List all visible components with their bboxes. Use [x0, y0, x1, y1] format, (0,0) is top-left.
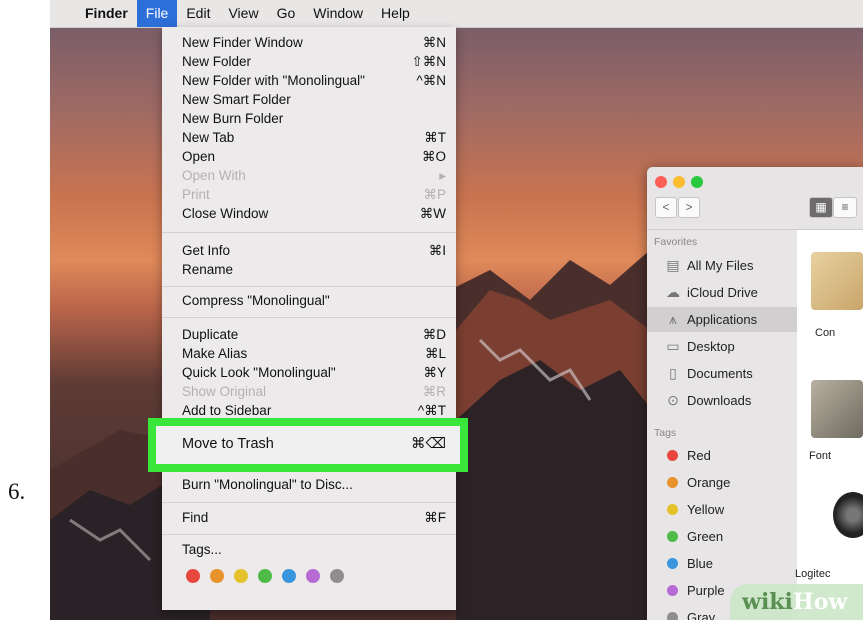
minimize-window-button[interactable] — [673, 176, 685, 188]
menu-separator — [162, 317, 456, 318]
sidebar-item-documents[interactable]: ▯ Documents — [647, 361, 797, 386]
menu-item-close-window[interactable]: Close Window ⌘W — [162, 204, 456, 223]
list-view-icon[interactable]: ≡ — [833, 197, 857, 218]
menu-item-duplicate[interactable]: Duplicate ⌘D — [162, 325, 456, 344]
menu-separator — [162, 286, 456, 287]
sidebar-item-icloud-drive[interactable]: ☁ iCloud Drive — [647, 280, 797, 305]
wikihow-watermark: wikiHow — [730, 584, 863, 620]
app-label-logitec: Logitec — [795, 568, 831, 580]
app-icon-logitech[interactable] — [833, 492, 863, 538]
finder-window: < > ▦ ≡ Favorites ▤ All My Files ☁ iCloud … — [647, 167, 863, 620]
tag-dot-gray[interactable] — [330, 569, 344, 583]
menu-item-move-to-trash[interactable]: Move to Trash ⌘⌫ — [156, 426, 460, 464]
menu-item-new-burn-folder[interactable]: New Burn Folder — [162, 109, 456, 128]
downloads-icon: ⊙ — [667, 392, 679, 408]
tags-heading: Tags — [654, 427, 677, 439]
menu-window[interactable]: Window — [304, 0, 372, 27]
favorites-heading: Favorites — [654, 236, 698, 248]
sidebar-item-all-my-files[interactable]: ▤ All My Files — [647, 253, 797, 278]
step-number: 6. — [8, 479, 26, 504]
menu-item-new-folder-with-selection[interactable]: New Folder with "Monolingual" ^⌘N — [162, 71, 456, 90]
sidebar-tag-red[interactable]: Red — [647, 443, 797, 468]
sidebar-tag-green[interactable]: Green — [647, 524, 797, 549]
finder-content: Con Font Logitec — [795, 230, 863, 620]
tag-dot-purple[interactable] — [306, 569, 320, 583]
sidebar-tag-orange[interactable]: Orange — [647, 470, 797, 495]
menu-item-compress[interactable]: Compress "Monolingual" — [162, 291, 456, 310]
back-button[interactable]: < — [655, 197, 677, 218]
tag-dot-blue[interactable] — [282, 569, 296, 583]
apple-menu-icon[interactable] — [50, 0, 76, 27]
menu-item-print: Print ⌘P — [182, 187, 446, 202]
icon-view-icon[interactable]: ▦ — [809, 197, 833, 218]
sidebar-item-applications[interactable]: ⩚ Applications — [647, 307, 797, 332]
move-to-trash-highlight: Move to Trash ⌘⌫ — [148, 418, 468, 472]
submenu-arrow-icon: ▸ — [439, 168, 446, 183]
menu-file[interactable]: File — [136, 0, 178, 27]
menu-item-new-folder[interactable]: New Folder ⇧⌘N — [162, 52, 456, 71]
all-files-icon: ▤ — [666, 257, 680, 273]
tag-dot-orange[interactable] — [210, 569, 224, 583]
menu-item-tags[interactable]: Tags... — [162, 540, 456, 559]
menu-item-new-finder-window[interactable]: New Finder Window ⌘N — [162, 33, 456, 52]
cloud-icon: ☁ — [666, 284, 680, 300]
sidebar-tag-yellow[interactable]: Yellow — [647, 497, 797, 522]
menu-help[interactable]: Help — [372, 0, 419, 27]
menu-finder[interactable]: Finder — [76, 0, 137, 27]
menu-separator — [162, 502, 456, 503]
forward-button[interactable]: > — [678, 197, 700, 218]
sidebar-item-downloads[interactable]: ⊙ Downloads — [647, 388, 797, 413]
applications-icon: ⩚ — [669, 311, 677, 327]
macos-screen: Finder File Edit View Go Window Help New… — [50, 0, 863, 620]
finder-sidebar: Favorites ▤ All My Files ☁ iCloud Drive ⩚ A… — [647, 230, 797, 620]
menu-separator — [162, 232, 456, 233]
menu-separator — [162, 534, 456, 535]
menu-edit[interactable]: Edit — [177, 0, 219, 27]
menu-item-get-info[interactable]: Get Info ⌘I — [162, 241, 456, 260]
tag-dot-red[interactable] — [186, 569, 200, 583]
menu-go[interactable]: Go — [268, 0, 305, 27]
menu-item-show-original: Show Original ⌘R — [182, 384, 446, 399]
menu-item-new-smart-folder[interactable]: New Smart Folder — [162, 90, 456, 109]
menu-bar: Finder File Edit View Go Window Help — [50, 0, 863, 28]
close-window-button[interactable] — [655, 176, 667, 188]
file-menu-dropdown: New Finder Window ⌘N New Folder ⇧⌘N New Fo… — [162, 27, 456, 610]
menu-item-burn-to-disc[interactable]: Burn "Monolingual" to Disc... — [162, 475, 456, 494]
menu-item-new-tab[interactable]: New Tab ⌘T — [162, 128, 456, 147]
menu-item-find[interactable]: Find ⌘F — [162, 508, 456, 527]
app-icon-console[interactable] — [811, 252, 863, 310]
menu-item-open-with: Open With ▸ — [182, 168, 446, 183]
menu-item-quick-look[interactable]: Quick Look "Monolingual" ⌘Y — [162, 363, 456, 382]
app-icon-font-book[interactable] — [811, 380, 863, 438]
app-label-con: Con — [815, 327, 836, 339]
menu-item-make-alias[interactable]: Make Alias ⌘L — [162, 344, 456, 363]
documents-icon: ▯ — [669, 365, 677, 381]
menu-item-rename[interactable]: Rename — [162, 260, 456, 279]
app-label-font: Font — [809, 450, 832, 462]
sidebar-tag-blue[interactable]: Blue — [647, 551, 797, 576]
zoom-window-button[interactable] — [691, 176, 703, 188]
menu-view[interactable]: View — [219, 0, 267, 27]
desktop-icon: ▭ — [666, 338, 680, 354]
tag-color-row — [186, 569, 344, 583]
finder-toolbar: < > ▦ ≡ — [647, 167, 863, 230]
sidebar-item-desktop[interactable]: ▭ Desktop — [647, 334, 797, 359]
tag-dot-yellow[interactable] — [234, 569, 248, 583]
menu-item-open[interactable]: Open ⌘O — [162, 147, 456, 166]
tag-dot-green[interactable] — [258, 569, 272, 583]
